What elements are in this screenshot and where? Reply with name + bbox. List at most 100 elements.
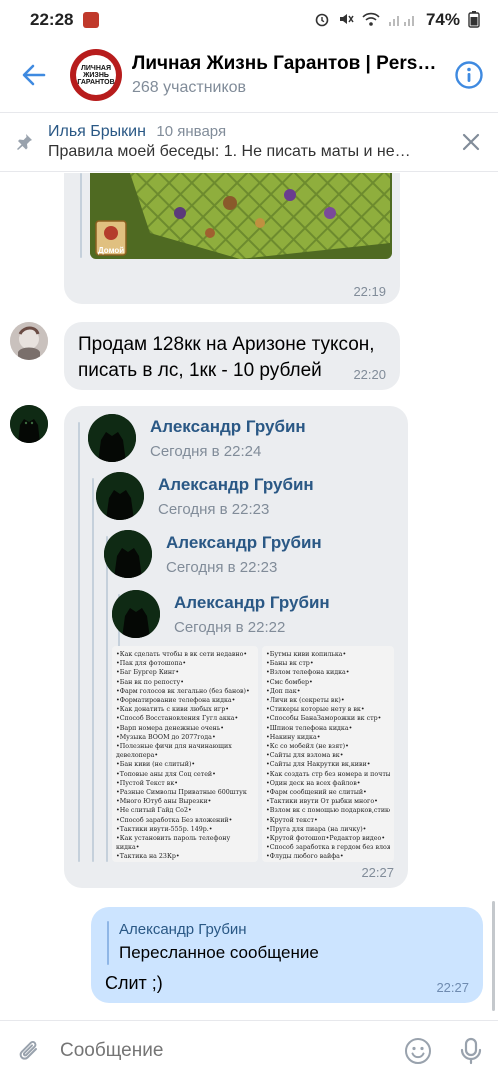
chat-avatar[interactable]: ЛИЧНАЯ ЖИЗНЬ ГАРАНТОВ [70,49,122,101]
image-text-line: •Как установить пароль телефону [116,835,231,843]
message-bubble-text[interactable]: Продам 128кк на Аризоне туксон, писать в… [64,322,400,390]
forward-line [106,536,108,862]
message-time: 22:27 [361,865,394,880]
chat-header: ЛИЧНАЯ ЖИЗНЬ ГАРАНТОВ Личная Жизнь Гаран… [0,40,498,110]
image-text-line: •Музыка BOOM до 2077года• [116,733,216,741]
paperclip-icon [19,1040,37,1060]
image-text-line: •Накину кидка• [266,733,321,741]
image-text-line: •Флуды любого вайфа• [266,853,344,861]
scrollbar-thumb[interactable] [492,901,495,1011]
forward-line [92,478,94,862]
back-button[interactable] [4,45,64,105]
image-text-line: •Как создать стр без номера и почты• [266,770,390,778]
image-text-line: •Стикеры которые нету в вк• [266,706,365,714]
image-text-line: •Фарм голосов вк легально (без банов)• [116,687,250,695]
forwarded-avatar[interactable] [96,472,144,520]
message-list[interactable]: Домой 22:19 Продам 128кк на Аризоне тукс… [0,173,498,1020]
forwarded-author: Александр Грубин [166,532,322,552]
forwarded-meta: Александр Грубин Сегодня в 22:23 [158,475,314,518]
back-arrow-icon [22,64,46,86]
image-text-line: •Доп пак• [266,687,301,695]
forward-line [78,422,80,862]
wifi-icon [362,11,380,30]
message-bubble-image[interactable]: Домой 22:19 [64,173,400,304]
image-text-line: •Способ заработка Без вложений• [116,816,233,824]
game-screenshot-image[interactable]: Домой [90,173,392,259]
pinned-date: 10 января [156,123,227,140]
message-text-line: писать в лс, 1кк - 10 рублей [78,360,322,381]
forwarded-text: Пересланное сообщение [119,943,319,962]
voice-message-button[interactable] [444,1037,498,1065]
image-text-line: •Бан киви (не слитый)• [116,761,196,769]
forwarded-time: Сегодня в 22:22 [174,618,286,636]
image-text-line: •Как донатить с киви любых игр• [116,706,229,714]
microphone-icon [460,1037,482,1064]
forwarded-author: Александр Грубин [150,416,306,436]
user-avatar[interactable] [10,322,48,360]
image-text-line: •Баг Бургер Кинг• [116,669,180,677]
image-text-line: •Крутой текст• [266,816,318,824]
attached-image-left[interactable]: •Как сделать чтобы в вк сети недавно• •Па… [112,646,258,862]
image-text-line: •Кс со мобейл (не взят)• [266,743,349,751]
image-text-line: девелопера• [116,752,159,760]
message-bubble-forwarded[interactable]: Александр Грубин Сегодня в 22:24 Алексан… [64,406,408,888]
pinned-content: Илья Брыкин 10 января Правила моей бесед… [48,123,444,161]
forwarded-meta: Александр Грубин Сегодня в 22:22 [174,593,330,636]
forwarded-avatar[interactable] [104,530,152,578]
image-text-line: •Баны вк стр• [266,660,314,668]
message-time: 22:27 [436,980,469,995]
chat-member-count: 268 участников [132,79,247,96]
forwarded-header[interactable]: Александр Грубин Сегодня в 22:24 [88,414,306,462]
image-text-list: •Как сделать чтобы в вк сети недавно• •Па… [116,650,254,862]
attach-button[interactable] [0,1038,60,1064]
image-text-line: •Личи вк (секреты вк)• [266,697,345,705]
emoji-button[interactable] [392,1037,444,1065]
forwarded-meta: Александр Грубин Сегодня в 22:23 [166,533,322,576]
image-text-line: •Тактики ивути-555р. 149р.• [116,825,213,833]
image-text-line: •Тактики ивути От рыбки много• [266,798,378,806]
image-text-line: •Фарм сообщений не слитый• [266,789,367,797]
forwarded-time: Сегодня в 22:23 [166,558,278,576]
forwarded-avatar[interactable] [112,590,160,638]
image-text-line: •Один деск на всех файлов• [266,779,361,787]
forwarded-author: Александр Грубин [158,474,314,494]
mute-icon [338,11,354,30]
attached-image-right[interactable]: •Бутмы киви копилька• •Баны вк стр• •Взлом… [262,646,394,862]
image-text-line: •Крутой фотошоп•Редактор видео• [266,835,386,843]
image-text-line: •Взлом вк с помощью подарков,стикеров• [266,807,390,815]
message-time: 22:20 [353,367,386,382]
message-input[interactable] [60,1039,392,1062]
forwarded-header[interactable]: Александр Грубин Сегодня в 22:23 [104,530,322,578]
image-text-line: •Тактика на 23Кр• [116,853,180,861]
forwarded-avatar[interactable] [88,414,136,462]
pinned-message[interactable]: Илья Брыкин 10 января Правила моей бесед… [0,112,498,172]
image-text-line: •Сайты для взлома вк• [266,752,344,760]
chat-avatar-logo: ЛИЧНАЯ ЖИЗНЬ ГАРАНТОВ [76,55,116,95]
forwarded-header[interactable]: Александр Грубин Сегодня в 22:23 [96,472,314,520]
signal-icon [388,11,418,30]
battery-level: 74% [425,10,460,29]
forward-line [80,173,82,258]
unpin-button[interactable] [444,132,498,152]
message-bubble-outgoing[interactable]: Александр Грубин Пересланное сообщение С… [91,907,483,1003]
image-text-line: •Шпион телефона кидка• [266,724,353,732]
image-text-line: •Пустой Текст вк• [116,779,178,787]
home-badge: Домой [98,246,125,255]
forwarded-header[interactable]: Александр Грубин Сегодня в 22:22 [112,590,330,638]
chat-title: Личная Жизнь Гарантов | Perso… [132,53,444,74]
image-text-line: •Пруга для пиара (на личку)• [266,825,367,833]
chat-info-button[interactable] [444,45,494,105]
image-text-line: •Способ заработка в гердом без вложений• [266,844,390,852]
message-text: Продам 128кк на Аризоне туксон, писать в… [78,332,375,384]
forwarded-author: Александр Грубин [119,921,247,938]
image-text-line: •Полезные фичи для начинающих [116,743,232,751]
battery-icon [468,10,480,31]
image-text-line: •Смс бомбер• [266,678,313,686]
forward-line [107,921,109,965]
close-icon [462,133,480,151]
user-avatar[interactable] [10,405,48,443]
status-icons: 74% [314,10,480,31]
forwarded-time: Сегодня в 22:23 [158,500,270,518]
message-time: 22:19 [353,284,386,299]
chat-header-text[interactable]: Личная Жизнь Гарантов | Perso… 268 участ… [132,53,444,97]
